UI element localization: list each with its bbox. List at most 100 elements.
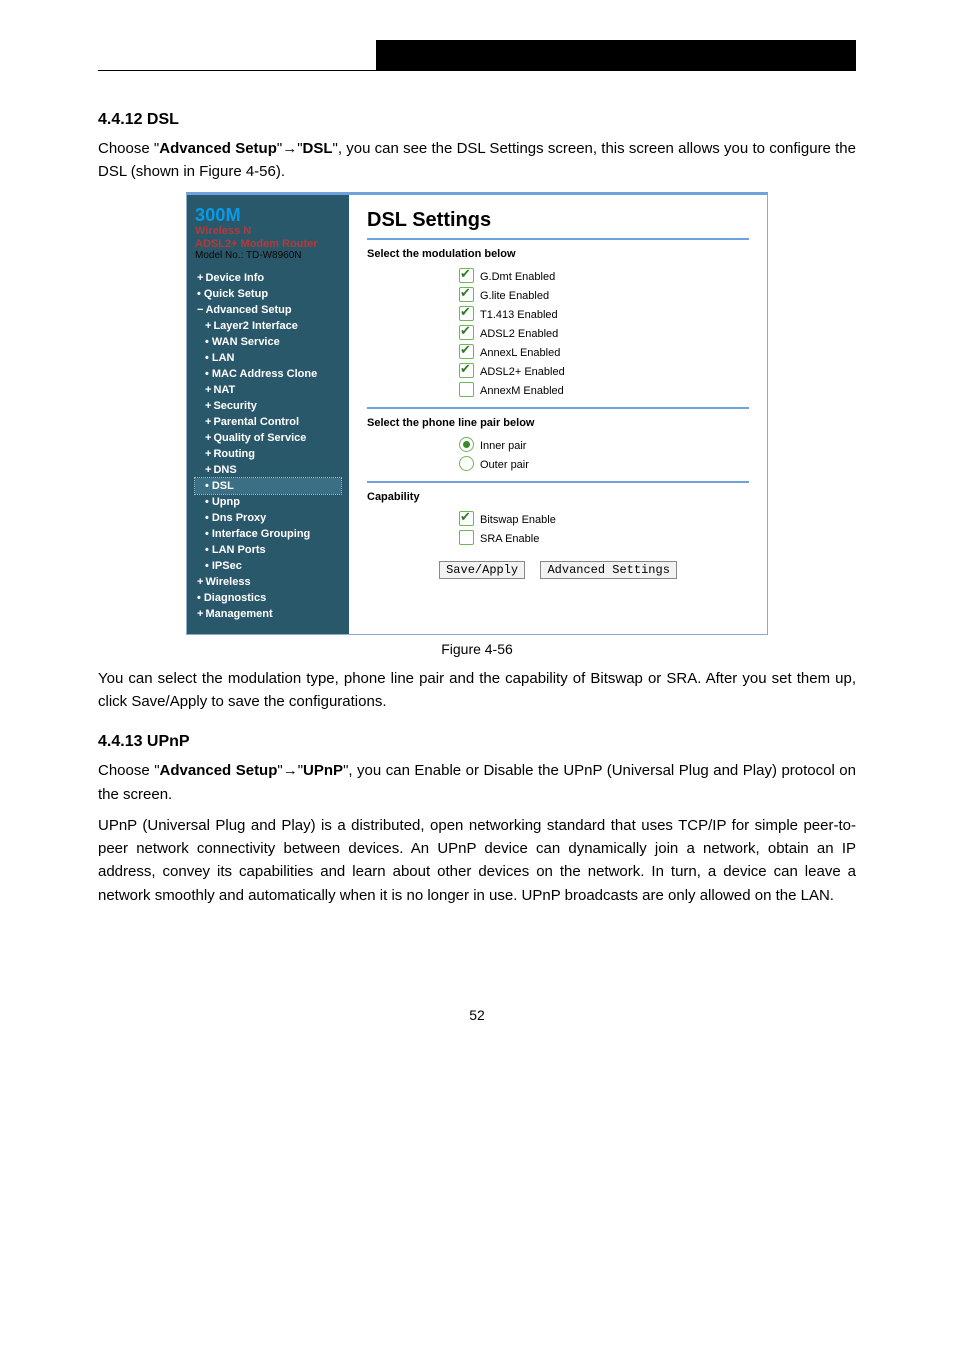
- nav-routing[interactable]: +Routing: [195, 446, 341, 462]
- nav-label: Parental Control: [213, 416, 299, 428]
- nav-lan[interactable]: •LAN: [195, 350, 341, 366]
- product-block: 300M Wireless N ADSL2+ Modem Router Mode…: [195, 205, 341, 262]
- nav-label: Device Info: [205, 272, 264, 284]
- nav-label: LAN Ports: [212, 544, 266, 556]
- field-label: ADSL2+ Enabled: [480, 366, 565, 378]
- nav-label: NAT: [213, 384, 235, 396]
- nav-layer2[interactable]: +Layer2 Interface: [195, 318, 341, 334]
- nav-label: Interface Grouping: [212, 528, 310, 540]
- field-label: Outer pair: [480, 459, 529, 471]
- nav-wan[interactable]: •WAN Service: [195, 334, 341, 350]
- cap-sra-row[interactable]: SRA Enable: [367, 528, 749, 547]
- section-capability-label: Capability: [367, 491, 749, 503]
- nav-parental[interactable]: +Parental Control: [195, 414, 341, 430]
- save-apply-button[interactable]: Save/Apply: [439, 561, 525, 579]
- nav-label: MAC Address Clone: [212, 368, 317, 380]
- nav-quick-setup[interactable]: •Quick Setup: [195, 286, 341, 302]
- breadcrumb-dsl: DSL: [303, 140, 333, 157]
- nav-label: WAN Service: [212, 336, 280, 348]
- nav-label: Security: [213, 400, 256, 412]
- field-label: AnnexM Enabled: [480, 385, 564, 397]
- breadcrumb-advanced-setup: Advanced Setup: [160, 762, 278, 779]
- upnp-intro-paragraph: Choose "Advanced Setup"→"UPnP", you can …: [98, 759, 856, 806]
- advanced-settings-button[interactable]: Advanced Settings: [540, 561, 676, 579]
- nav-security[interactable]: +Security: [195, 398, 341, 414]
- page-title: DSL Settings: [367, 209, 749, 232]
- nav-lan-ports[interactable]: •LAN Ports: [195, 542, 341, 558]
- nav-label: Management: [205, 608, 272, 620]
- nav-mac[interactable]: •MAC Address Clone: [195, 366, 341, 382]
- mod-annexm-row[interactable]: AnnexM Enabled: [367, 380, 749, 399]
- product-model: Model No.: TD-W8960N: [195, 250, 341, 262]
- nav-device-info[interactable]: +Device Info: [195, 270, 341, 286]
- mod-glite-row[interactable]: G.lite Enabled: [367, 285, 749, 304]
- nav-label: DNS: [213, 464, 236, 476]
- checkbox-icon[interactable]: [459, 530, 474, 545]
- checkbox-icon[interactable]: [459, 511, 474, 526]
- field-label: G.Dmt Enabled: [480, 271, 555, 283]
- section-modulation-label: Select the modulation below: [367, 248, 749, 260]
- field-label: ADSL2 Enabled: [480, 328, 558, 340]
- router-sidebar: 300M Wireless N ADSL2+ Modem Router Mode…: [187, 195, 349, 634]
- arrow-icon: →: [282, 140, 297, 157]
- nav-label: IPSec: [212, 560, 242, 572]
- radio-icon[interactable]: [459, 456, 474, 471]
- button-row: Save/Apply Advanced Settings: [367, 561, 749, 579]
- checkbox-icon[interactable]: [459, 268, 474, 283]
- checkbox-icon[interactable]: [459, 382, 474, 397]
- field-label: SRA Enable: [480, 533, 539, 545]
- nav-label: Layer2 Interface: [213, 320, 297, 332]
- pair-inner-row[interactable]: Inner pair: [367, 435, 749, 454]
- nav-label: LAN: [212, 352, 235, 364]
- divider: [367, 238, 749, 240]
- checkbox-icon[interactable]: [459, 306, 474, 321]
- nav-advanced-setup[interactable]: −Advanced Setup: [195, 302, 341, 318]
- product-line1: Wireless N: [195, 225, 341, 238]
- mod-gdmt-row[interactable]: G.Dmt Enabled: [367, 266, 749, 285]
- divider: [367, 481, 749, 483]
- nav-qos[interactable]: +Quality of Service: [195, 430, 341, 446]
- nav-upnp[interactable]: •Upnp: [195, 494, 341, 510]
- nav-label: Upnp: [212, 496, 240, 508]
- nav-label: Quick Setup: [204, 288, 268, 300]
- field-label: Inner pair: [480, 440, 526, 452]
- checkbox-icon[interactable]: [459, 363, 474, 378]
- nav-management[interactable]: +Management: [195, 606, 341, 622]
- nav-label: Routing: [213, 448, 255, 460]
- nav-label: Dns Proxy: [212, 512, 266, 524]
- nav-ipsec[interactable]: •IPSec: [195, 558, 341, 574]
- mod-adsl2-row[interactable]: ADSL2 Enabled: [367, 323, 749, 342]
- mod-adsl2p-row[interactable]: ADSL2+ Enabled: [367, 361, 749, 380]
- radio-icon[interactable]: [459, 437, 474, 452]
- router-main: DSL Settings Select the modulation below…: [349, 195, 767, 634]
- checkbox-icon[interactable]: [459, 344, 474, 359]
- mod-t1413-row[interactable]: T1.413 Enabled: [367, 304, 749, 323]
- header-rule: [98, 70, 856, 71]
- router-screenshot: 300M Wireless N ADSL2+ Modem Router Mode…: [186, 192, 768, 635]
- pair-outer-row[interactable]: Outer pair: [367, 454, 749, 473]
- upnp-body-paragraph: UPnP (Universal Plug and Play) is a dist…: [98, 814, 856, 907]
- checkbox-icon[interactable]: [459, 325, 474, 340]
- cap-bitswap-row[interactable]: Bitswap Enable: [367, 509, 749, 528]
- mod-annexl-row[interactable]: AnnexL Enabled: [367, 342, 749, 361]
- nav-diagnostics[interactable]: •Diagnostics: [195, 590, 341, 606]
- dsl-intro-paragraph: Choose "Advanced Setup"→"DSL", you can s…: [98, 137, 856, 184]
- nav-wireless[interactable]: +Wireless: [195, 574, 341, 590]
- nav-dns-proxy[interactable]: •Dns Proxy: [195, 510, 341, 526]
- nav-nat[interactable]: +NAT: [195, 382, 341, 398]
- nav-if-group[interactable]: •Interface Grouping: [195, 526, 341, 542]
- checkbox-icon[interactable]: [459, 287, 474, 302]
- breadcrumb-advanced-setup: Advanced Setup: [159, 140, 277, 157]
- text: Choose ": [98, 140, 159, 157]
- arrow-icon: →: [283, 762, 298, 779]
- field-label: AnnexL Enabled: [480, 347, 560, 359]
- nav-dsl[interactable]: •DSL: [195, 478, 341, 494]
- text: Choose ": [98, 762, 160, 779]
- product-300m: 300M: [195, 205, 341, 226]
- nav-label: Advanced Setup: [205, 304, 291, 316]
- dsl-post-paragraph: You can select the modulation type, phon…: [98, 667, 856, 714]
- nav-dns[interactable]: +DNS: [195, 462, 341, 478]
- nav-label: Diagnostics: [204, 592, 266, 604]
- header-black-bar: [376, 40, 856, 70]
- nav-label: Wireless: [205, 576, 250, 588]
